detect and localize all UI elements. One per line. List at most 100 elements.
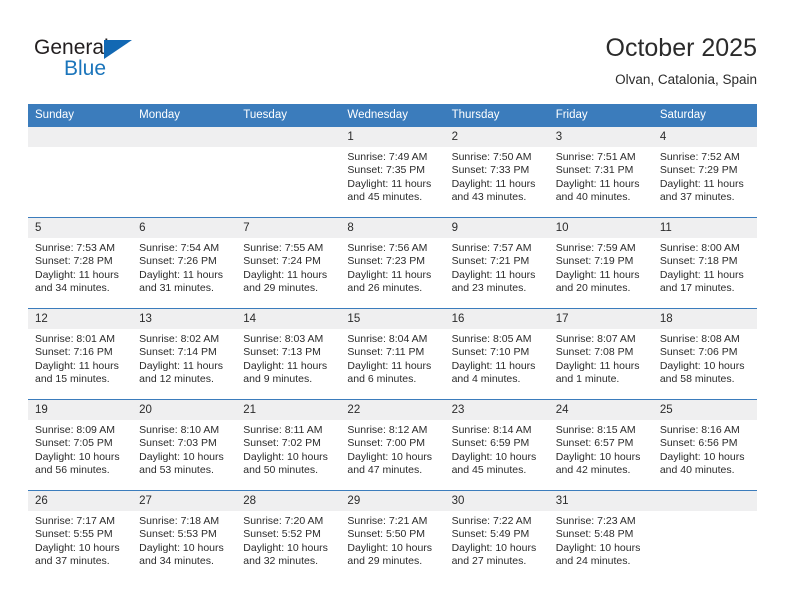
week-row-details: Sunrise: 7:49 AM Sunset: 7:35 PM Dayligh… — [28, 147, 757, 218]
day-cell[interactable]: Sunrise: 7:53 AM Sunset: 7:28 PM Dayligh… — [28, 238, 133, 309]
day-number[interactable]: 9 — [444, 217, 549, 238]
day-cell[interactable]: Sunrise: 8:10 AM Sunset: 7:03 PM Dayligh… — [132, 420, 237, 491]
day-cell[interactable]: Sunrise: 8:04 AM Sunset: 7:11 PM Dayligh… — [340, 329, 445, 400]
day-number[interactable] — [132, 127, 237, 147]
day-cell[interactable]: Sunrise: 7:17 AM Sunset: 5:55 PM Dayligh… — [28, 511, 133, 581]
sunset-text: Sunset: 6:56 PM — [659, 437, 738, 450]
daylight-text: Daylight: 10 hours and 53 minutes. — [139, 450, 224, 477]
sunrise-text: Sunrise: 8:01 AM — [35, 333, 115, 345]
day-number[interactable]: 14 — [236, 308, 341, 329]
day-number[interactable]: 16 — [444, 308, 549, 329]
daylight-text: Daylight: 10 hours and 58 minutes. — [659, 359, 745, 386]
day-cell[interactable]: Sunrise: 8:11 AM Sunset: 7:02 PM Dayligh… — [236, 420, 341, 491]
day-cell[interactable]: Sunrise: 7:49 AM Sunset: 7:35 PM Dayligh… — [340, 147, 445, 218]
day-number[interactable]: 6 — [132, 217, 237, 238]
daylight-text: Daylight: 10 hours and 27 minutes. — [451, 541, 537, 568]
day-number[interactable]: 18 — [652, 308, 757, 329]
day-cell[interactable]: Sunrise: 7:51 AM Sunset: 7:31 PM Dayligh… — [548, 147, 653, 218]
day-number[interactable]: 22 — [340, 399, 445, 420]
day-cell[interactable]: Sunrise: 8:09 AM Sunset: 7:05 PM Dayligh… — [28, 420, 133, 491]
day-cell[interactable] — [132, 147, 237, 218]
sunrise-text: Sunrise: 7:22 AM — [451, 515, 532, 527]
day-number[interactable]: 21 — [236, 399, 341, 420]
day-cell[interactable] — [652, 511, 757, 581]
day-cell[interactable]: Sunrise: 8:02 AM Sunset: 7:14 PM Dayligh… — [132, 329, 237, 400]
sunset-text: Sunset: 7:08 PM — [555, 346, 634, 359]
day-cell[interactable]: Sunrise: 7:56 AM Sunset: 7:23 PM Dayligh… — [340, 238, 445, 309]
day-cell[interactable]: Sunrise: 7:21 AM Sunset: 5:50 PM Dayligh… — [340, 511, 445, 581]
day-cell[interactable]: Sunrise: 7:23 AM Sunset: 5:48 PM Dayligh… — [548, 511, 653, 581]
day-number[interactable]: 20 — [132, 399, 237, 420]
day-cell[interactable] — [236, 147, 341, 218]
day-cell[interactable]: Sunrise: 7:22 AM Sunset: 5:49 PM Dayligh… — [444, 511, 549, 581]
day-cell[interactable]: Sunrise: 7:52 AM Sunset: 7:29 PM Dayligh… — [652, 147, 757, 218]
day-cell[interactable]: Sunrise: 8:01 AM Sunset: 7:16 PM Dayligh… — [28, 329, 133, 400]
day-cell[interactable] — [28, 147, 133, 218]
day-number[interactable]: 1 — [340, 127, 445, 147]
sunrise-text: Sunrise: 7:21 AM — [347, 515, 428, 527]
day-cell[interactable]: Sunrise: 7:20 AM Sunset: 5:52 PM Dayligh… — [236, 511, 341, 581]
sunset-text: Sunset: 7:03 PM — [139, 437, 217, 450]
day-cell[interactable]: Sunrise: 8:05 AM Sunset: 7:10 PM Dayligh… — [444, 329, 549, 400]
day-cell[interactable]: Sunrise: 7:57 AM Sunset: 7:21 PM Dayligh… — [444, 238, 549, 309]
day-cell[interactable]: Sunrise: 8:12 AM Sunset: 7:00 PM Dayligh… — [340, 420, 445, 491]
sunset-text: Sunset: 7:35 PM — [347, 164, 426, 177]
sunrise-text: Sunrise: 7:53 AM — [35, 242, 115, 254]
day-cell[interactable]: Sunrise: 7:50 AM Sunset: 7:33 PM Dayligh… — [444, 147, 549, 218]
day-number[interactable]: 11 — [652, 217, 757, 238]
brand-logo[interactable]: General Blue — [34, 36, 234, 88]
sunrise-text: Sunrise: 7:17 AM — [35, 515, 115, 527]
day-number[interactable] — [28, 127, 133, 147]
sunrise-text: Sunrise: 7:59 AM — [555, 242, 636, 254]
day-number[interactable]: 2 — [444, 127, 549, 147]
weekday-header-friday: Friday — [548, 104, 653, 127]
day-number[interactable]: 29 — [340, 490, 445, 511]
sunset-text: Sunset: 5:52 PM — [243, 528, 321, 541]
daylight-text: Daylight: 10 hours and 47 minutes. — [347, 450, 433, 477]
day-cell[interactable]: Sunrise: 8:07 AM Sunset: 7:08 PM Dayligh… — [548, 329, 653, 400]
day-number[interactable]: 30 — [444, 490, 549, 511]
day-cell[interactable]: Sunrise: 8:03 AM Sunset: 7:13 PM Dayligh… — [236, 329, 341, 400]
day-number[interactable]: 13 — [132, 308, 237, 329]
sunrise-text: Sunrise: 8:03 AM — [243, 333, 324, 345]
day-number[interactable]: 25 — [652, 399, 757, 420]
day-number[interactable]: 19 — [28, 399, 133, 420]
day-number[interactable]: 15 — [340, 308, 445, 329]
sunrise-text: Sunrise: 8:16 AM — [659, 424, 740, 436]
day-number[interactable]: 7 — [236, 217, 341, 238]
day-number[interactable] — [236, 127, 341, 147]
sunrise-text: Sunrise: 7:55 AM — [243, 242, 324, 254]
day-cell[interactable]: Sunrise: 8:14 AM Sunset: 6:59 PM Dayligh… — [444, 420, 549, 491]
day-number[interactable]: 8 — [340, 217, 445, 238]
day-number[interactable]: 23 — [444, 399, 549, 420]
day-cell[interactable]: Sunrise: 8:08 AM Sunset: 7:06 PM Dayligh… — [652, 329, 757, 400]
day-number[interactable] — [652, 490, 757, 511]
day-cell[interactable]: Sunrise: 7:18 AM Sunset: 5:53 PM Dayligh… — [132, 511, 237, 581]
day-number[interactable]: 17 — [548, 308, 653, 329]
day-cell[interactable]: Sunrise: 7:59 AM Sunset: 7:19 PM Dayligh… — [548, 238, 653, 309]
day-number[interactable]: 28 — [236, 490, 341, 511]
daylight-text: Daylight: 10 hours and 40 minutes. — [659, 450, 745, 477]
day-number[interactable]: 26 — [28, 490, 133, 511]
sunset-text: Sunset: 5:48 PM — [555, 528, 634, 541]
day-cell[interactable]: Sunrise: 7:55 AM Sunset: 7:24 PM Dayligh… — [236, 238, 341, 309]
sunset-text: Sunset: 5:55 PM — [35, 528, 113, 541]
daylight-text: Daylight: 11 hours and 31 minutes. — [139, 268, 223, 295]
daylight-text: Daylight: 10 hours and 45 minutes. — [451, 450, 537, 477]
day-number[interactable]: 24 — [548, 399, 653, 420]
weekday-header-thursday: Thursday — [444, 104, 549, 127]
day-number[interactable]: 10 — [548, 217, 653, 238]
day-cell[interactable]: Sunrise: 7:54 AM Sunset: 7:26 PM Dayligh… — [132, 238, 237, 309]
day-number[interactable]: 4 — [652, 127, 757, 147]
day-cell[interactable]: Sunrise: 8:00 AM Sunset: 7:18 PM Dayligh… — [652, 238, 757, 309]
day-number[interactable]: 5 — [28, 217, 133, 238]
triangle-icon — [104, 40, 132, 59]
day-cell[interactable]: Sunrise: 8:15 AM Sunset: 6:57 PM Dayligh… — [548, 420, 653, 491]
day-number[interactable]: 27 — [132, 490, 237, 511]
sunset-text: Sunset: 6:59 PM — [451, 437, 530, 450]
sunset-text: Sunset: 5:53 PM — [139, 528, 217, 541]
day-cell[interactable]: Sunrise: 8:16 AM Sunset: 6:56 PM Dayligh… — [652, 420, 757, 491]
day-number[interactable]: 31 — [548, 490, 653, 511]
day-number[interactable]: 3 — [548, 127, 653, 147]
day-number[interactable]: 12 — [28, 308, 133, 329]
